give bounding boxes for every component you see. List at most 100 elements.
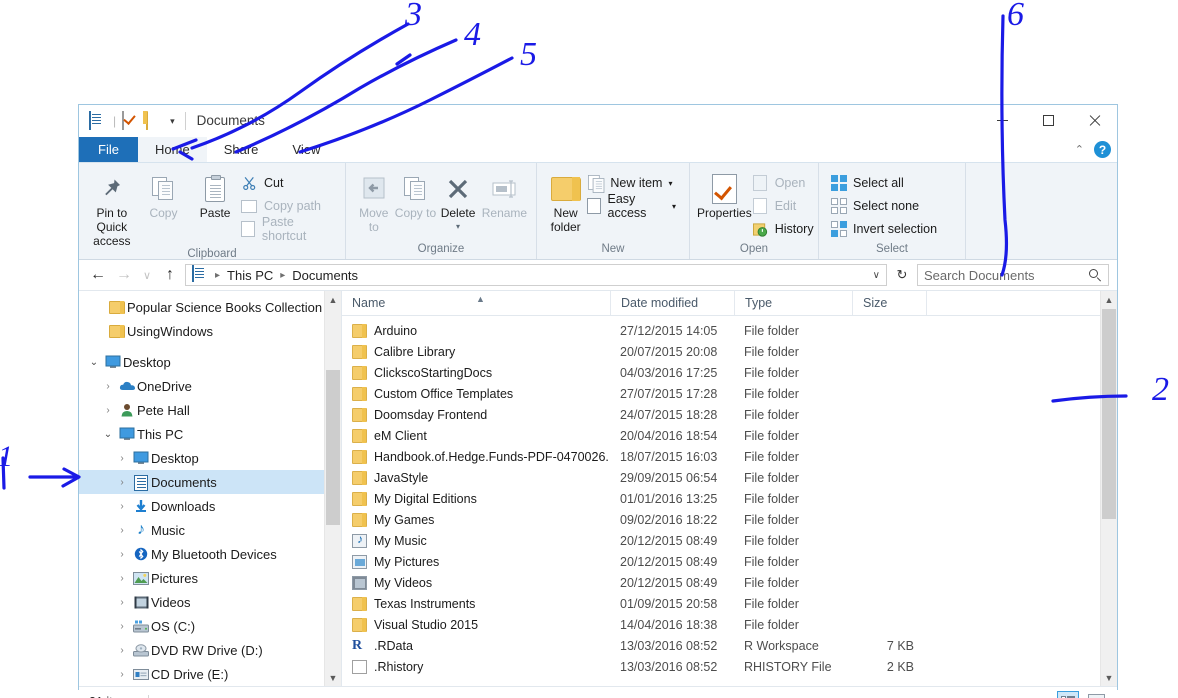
pin-to-quick-access-button[interactable]: Pin to Quick access (86, 168, 138, 248)
scroll-down-icon[interactable]: ▼ (325, 669, 341, 686)
table-row[interactable]: Custom Office Templates 27/07/2015 17:28… (342, 383, 1117, 404)
select-all-button[interactable]: Select all (830, 173, 943, 193)
tab-view[interactable]: View (275, 137, 337, 162)
chevron-right-icon[interactable]: › (113, 597, 131, 608)
paste-button[interactable]: Paste (189, 168, 241, 220)
chevron-down-icon[interactable]: ⌄ (99, 429, 117, 440)
sidebar-item-music[interactable]: › ♪ Music (79, 518, 341, 542)
copy-path-button[interactable]: Copy path (241, 196, 338, 216)
sidebar-item-os-c[interactable]: › OS (C:) (79, 614, 341, 638)
sidebar-item-desktop-root[interactable]: ⌄ Desktop (79, 350, 341, 374)
column-header-size[interactable]: Size (852, 291, 926, 315)
properties-button[interactable]: Properties (697, 168, 752, 220)
easy-access-button[interactable]: Easy access ▾ (587, 196, 682, 216)
minimize-button[interactable] (979, 105, 1025, 135)
chevron-right-icon[interactable]: › (113, 573, 131, 584)
select-none-button[interactable]: Select none (830, 196, 943, 216)
maximize-button[interactable] (1025, 105, 1071, 135)
edit-button[interactable]: Edit (752, 196, 820, 216)
history-button[interactable]: History (752, 219, 820, 239)
scroll-down-icon[interactable]: ▼ (1101, 669, 1117, 686)
open-button[interactable]: Open (752, 173, 820, 193)
chevron-right-icon[interactable]: › (113, 669, 131, 680)
delete-button[interactable]: Delete ▾ (436, 168, 480, 234)
forward-button[interactable]: → (113, 264, 135, 286)
table-row[interactable]: Doomsday Frontend 24/07/2015 18:28 File … (342, 404, 1117, 425)
help-icon[interactable]: ? (1094, 141, 1111, 158)
copy-to-button[interactable]: Copy to (395, 168, 437, 220)
table-row[interactable]: R.RData 13/03/2016 08:52 R Workspace 7 K… (342, 635, 1117, 656)
sidebar-item-desktop[interactable]: › Desktop (79, 446, 341, 470)
table-row[interactable]: My Videos 20/12/2015 08:49 File folder (342, 572, 1117, 593)
invert-selection-button[interactable]: Invert selection (830, 219, 943, 239)
checkbox-icon[interactable] (122, 112, 140, 130)
chevron-right-icon[interactable]: › (113, 525, 131, 536)
chevron-right-icon[interactable]: › (113, 621, 131, 632)
new-item-button[interactable]: New item ▾ (587, 173, 682, 193)
copy-button[interactable]: Copy (138, 168, 190, 220)
table-row[interactable]: JavaStyle 29/09/2015 06:54 File folder (342, 467, 1117, 488)
table-row[interactable]: eM Client 20/04/2016 18:54 File folder (342, 425, 1117, 446)
rename-button[interactable]: Rename (480, 168, 529, 220)
table-row[interactable]: ClickscoStartingDocs 04/03/2016 17:25 Fi… (342, 362, 1117, 383)
table-row[interactable]: Texas Instruments 01/09/2015 20:58 File … (342, 593, 1117, 614)
sidebar-item-this-pc[interactable]: ⌄ This PC (79, 422, 341, 446)
sidebar-item-dvd-rw-drive-d[interactable]: › DVD RW Drive (D:) (79, 638, 341, 662)
table-row[interactable]: Visual Studio 2015 14/04/2016 18:38 File… (342, 614, 1117, 635)
large-icons-view-button[interactable] (1085, 691, 1107, 698)
scrollbar-thumb[interactable] (1102, 309, 1116, 519)
back-button[interactable]: ← (87, 264, 109, 286)
chevron-right-icon[interactable]: › (113, 501, 131, 512)
sidebar-item-cd-drive-e[interactable]: › CD Drive (E:) (79, 662, 341, 686)
navigation-pane-scrollbar[interactable]: ▲ ▼ (324, 291, 341, 686)
details-view-button[interactable] (1057, 691, 1079, 698)
new-item-caret-icon[interactable]: ▾ (668, 179, 672, 188)
sidebar-item-my-bluetooth-devices[interactable]: › My Bluetooth Devices (79, 542, 341, 566)
new-folder-button[interactable]: New folder (544, 168, 587, 234)
sidebar-item-downloads[interactable]: › Downloads (79, 494, 341, 518)
sidebar-item-pictures[interactable]: › Pictures (79, 566, 341, 590)
delete-caret-icon[interactable]: ▾ (456, 220, 460, 234)
file-list-scrollbar[interactable]: ▲ ▼ (1100, 291, 1117, 686)
table-row[interactable]: My Pictures 20/12/2015 08:49 File folder (342, 551, 1117, 572)
table-row[interactable]: My Music 20/12/2015 08:49 File folder (342, 530, 1117, 551)
refresh-button[interactable]: ↻ (891, 267, 913, 283)
tab-share[interactable]: Share (207, 137, 276, 162)
table-row[interactable]: My Digital Editions 01/01/2016 13:25 Fil… (342, 488, 1117, 509)
table-row[interactable]: My Games 09/02/2016 18:22 File folder (342, 509, 1117, 530)
tab-file[interactable]: File (79, 137, 138, 162)
paste-shortcut-button[interactable]: Paste shortcut (241, 219, 338, 239)
column-header-type[interactable]: Type (734, 291, 852, 315)
tab-home[interactable]: Home (138, 137, 207, 162)
folder-icon[interactable] (146, 112, 164, 130)
table-row[interactable]: Handbook.of.Hedge.Funds-PDF-0470026... 1… (342, 446, 1117, 467)
chevron-down-icon[interactable]: ⌄ (85, 357, 103, 368)
scroll-up-icon[interactable]: ▲ (1101, 291, 1117, 308)
breadcrumb-documents[interactable]: Documents (292, 268, 358, 283)
table-row[interactable]: Calibre Library 20/07/2015 20:08 File fo… (342, 341, 1117, 362)
table-row[interactable]: .Rhistory 13/03/2016 08:52 RHISTORY File… (342, 656, 1117, 677)
scrollbar-thumb[interactable] (326, 370, 340, 525)
chevron-right-icon[interactable]: › (99, 381, 117, 392)
chevron-right-icon[interactable]: › (113, 645, 131, 656)
sidebar-item-usingwindows[interactable]: UsingWindows (79, 319, 341, 343)
sidebar-item-pete-hall[interactable]: › Pete Hall (79, 398, 341, 422)
chevron-right-icon[interactable]: › (99, 405, 117, 416)
search-input[interactable]: Search Documents (917, 264, 1109, 286)
address-input[interactable]: ▸ This PC ▸ Documents ∨ (185, 264, 887, 286)
sidebar-item-popular-science-books-collection[interactable]: Popular Science Books Collection (79, 295, 341, 319)
scroll-up-icon[interactable]: ▲ (325, 291, 341, 308)
recent-locations-button[interactable]: ∨ (139, 264, 155, 286)
table-row[interactable]: Arduino 27/12/2015 14:05 File folder (342, 320, 1117, 341)
easy-access-caret-icon[interactable]: ▾ (672, 202, 676, 211)
chevron-up-icon[interactable]: ⌃ (1075, 143, 1084, 156)
chevron-down-icon[interactable]: ▾ (170, 116, 175, 127)
chevron-right-icon[interactable]: › (113, 549, 131, 560)
move-to-button[interactable]: Move to (353, 168, 395, 234)
chevron-down-icon[interactable]: ∨ (873, 270, 880, 281)
chevron-right-icon[interactable]: › (113, 453, 131, 464)
breadcrumb-this-pc[interactable]: This PC (227, 268, 273, 283)
sidebar-item-documents[interactable]: › Documents (79, 470, 341, 494)
sidebar-item-onedrive[interactable]: › OneDrive (79, 374, 341, 398)
column-header-name[interactable]: Name ▲ (342, 291, 610, 315)
